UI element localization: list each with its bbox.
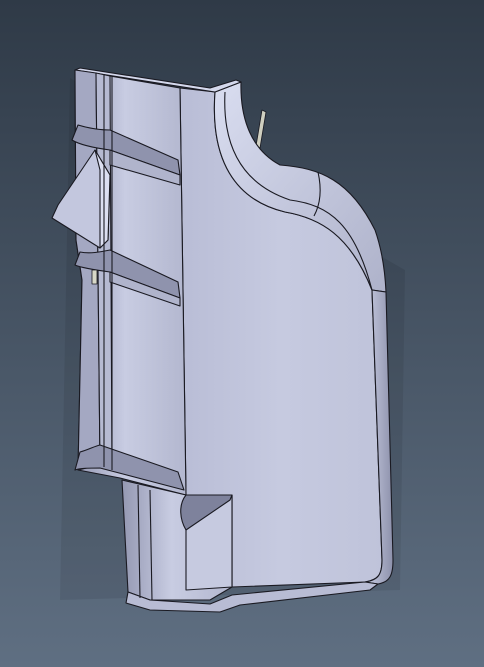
viewport-canvas[interactable]: [0, 0, 484, 667]
cad-viewport[interactable]: [0, 0, 484, 667]
tab-mark: [91, 269, 98, 285]
